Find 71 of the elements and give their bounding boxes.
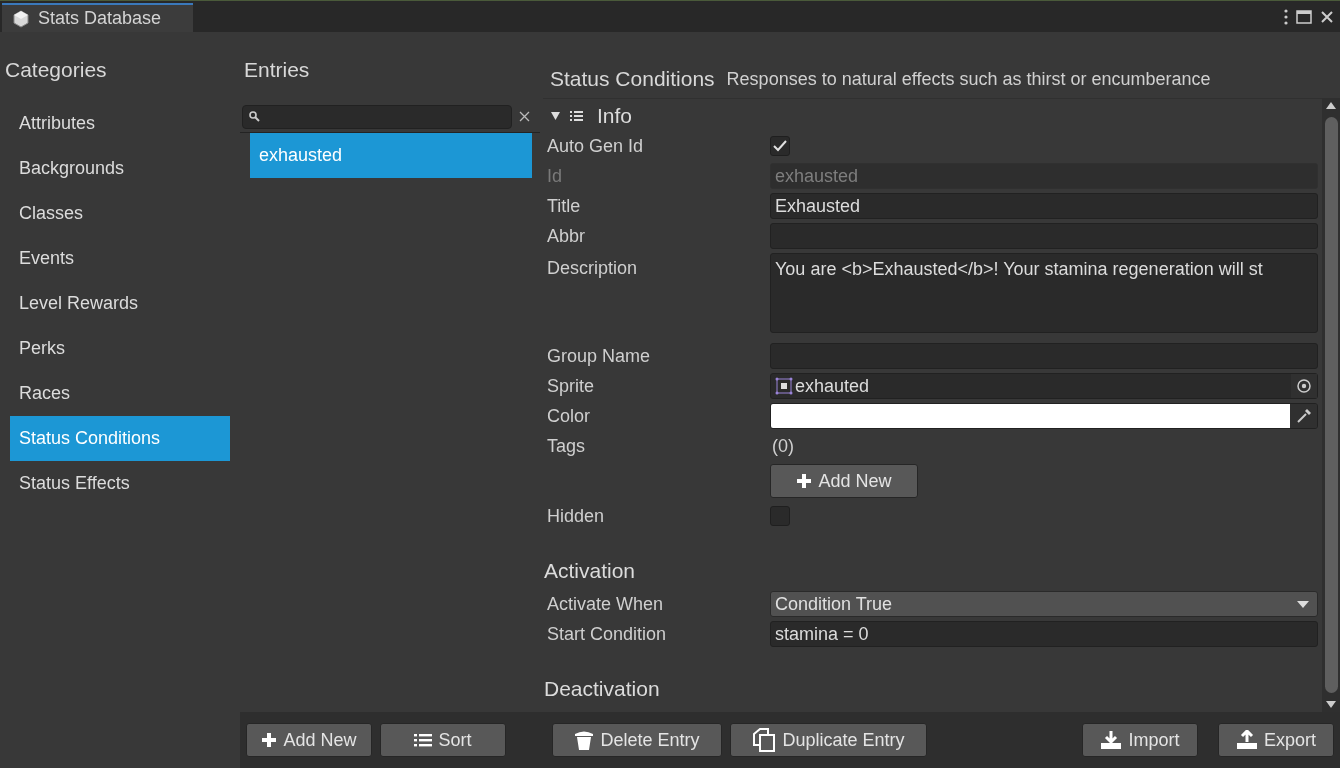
field-label: Title (546, 194, 582, 218)
download-icon (1100, 730, 1123, 750)
close-icon[interactable] (1320, 10, 1334, 24)
item-count: (0) (771, 434, 795, 458)
field-label: Abbr (546, 224, 587, 248)
category-item[interactable]: Classes (10, 191, 230, 236)
panel-heading: Categories (4, 57, 108, 83)
checkbox[interactable] (770, 136, 790, 156)
copy-icon (752, 728, 777, 752)
list-icon (570, 111, 583, 121)
import-button[interactable]: Import (1082, 723, 1198, 757)
category-item[interactable]: Status Effects (10, 461, 230, 506)
text-field: exhausted (770, 163, 1318, 189)
section-heading: Activation (543, 558, 637, 585)
plus-icon (261, 732, 278, 748)
cube-icon (12, 9, 30, 28)
eyedropper-icon (1295, 408, 1312, 424)
details-heading: Status Conditions (550, 65, 715, 92)
target-icon[interactable] (1291, 374, 1317, 398)
scrollbar[interactable] (1322, 98, 1340, 712)
field-label: Sprite (546, 374, 596, 398)
search-icon (249, 111, 260, 122)
scroll-down-icon[interactable] (1326, 701, 1336, 708)
details-subtitle: Responses to natural effects such as thirst or encumberance (726, 68, 1211, 91)
field-label: Tags (546, 434, 587, 458)
field-label: Hidden (546, 504, 606, 528)
sort-button[interactable]: Sort (380, 723, 506, 757)
window-title: Stats Database (38, 7, 162, 30)
category-item[interactable]: Level Rewards (10, 281, 230, 326)
category-item[interactable]: Perks (10, 326, 230, 371)
delete-entry-button[interactable]: Delete Entry (552, 723, 722, 757)
section-heading: Deactivation (543, 676, 661, 703)
object-field[interactable]: exhauted (770, 373, 1318, 399)
more-options-icon[interactable] (1284, 9, 1288, 25)
text-field[interactable]: Exhausted (770, 193, 1318, 219)
field-label: Start Condition (546, 622, 668, 646)
category-item[interactable]: Races (10, 371, 230, 416)
scrollbar-thumb[interactable] (1324, 117, 1338, 693)
duplicate-entry-button[interactable]: Duplicate Entry (730, 723, 927, 757)
field-label: Auto Gen Id (546, 134, 645, 158)
trash-icon (574, 729, 595, 751)
field-label: Group Name (546, 344, 652, 368)
category-item[interactable]: Attributes (10, 101, 230, 146)
category-item[interactable]: Backgrounds (10, 146, 230, 191)
field-label: Description (546, 257, 639, 280)
field-label: Color (546, 404, 591, 428)
dropdown[interactable]: Condition True (770, 591, 1318, 617)
panel-heading: Entries (243, 57, 311, 83)
text-field[interactable]: stamina = 0 (770, 621, 1318, 647)
window-tab[interactable]: Stats Database (2, 3, 193, 32)
eyedropper-button[interactable] (1290, 404, 1317, 428)
field-label: Activate When (546, 592, 665, 616)
color-swatch[interactable] (771, 404, 1290, 428)
export-button[interactable]: Export (1218, 723, 1334, 757)
caret-icon (1297, 600, 1309, 608)
maximize-icon[interactable] (1296, 10, 1312, 24)
section-heading: Info (597, 103, 633, 130)
sprite-icon (775, 377, 793, 395)
search-field[interactable] (242, 104, 512, 129)
plus-icon (796, 473, 813, 489)
add-new-button[interactable]: Add New (770, 464, 918, 498)
text-area[interactable]: You are <b>Exhausted</b>! Your stamina regeneration will st (770, 253, 1318, 333)
foldout-arrow-icon[interactable] (551, 112, 560, 120)
scroll-up-icon[interactable] (1326, 102, 1336, 109)
upload-icon (1236, 730, 1258, 750)
add-new-button[interactable]: Add New (246, 723, 372, 757)
field-label: Id (546, 164, 563, 188)
category-item[interactable]: Events (10, 236, 230, 281)
list-icon (414, 733, 433, 747)
clear-icon[interactable] (519, 111, 530, 122)
checkbox[interactable] (770, 506, 790, 526)
